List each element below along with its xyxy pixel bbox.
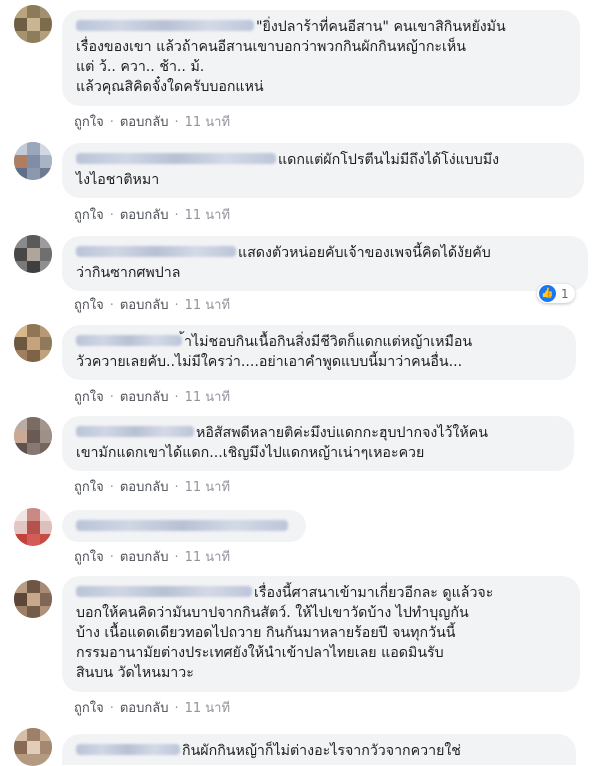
like-link[interactable]: ถูกใจ [74,390,104,405]
comment-line: บ้าง เนื้อแดดเดียวทอดไปถวาย กินกันมาหลาย… [76,625,456,641]
reply-link[interactable]: ตอบกลับ [120,390,169,405]
reply-link[interactable]: ตอบกลับ [120,701,169,716]
separator: · [109,390,114,405]
timestamp[interactable]: 11 นาที [185,550,230,565]
comment-line: ้าไม่ชอบกินเนื้อกินสิ่งมีชีวิตก็แดกแต่หญ… [76,332,564,352]
commenter-name-blurred[interactable] [76,743,180,755]
comment-line: เรื่องนี้ศาสนาเข้ามาเกี่ยวอีกละ ดูแล้วจะ [76,583,568,603]
comment-line: วัวควายเลยคับ..ไม่มีใครว่า....อย่าเอาคำพ… [76,354,463,370]
avatar[interactable] [14,728,52,766]
comment-line: หอิสัสพดีหลายติค่ะมึงบ่แดกกะฮุบปากจงไว้ใ… [76,423,562,443]
comment-actions: ถูกใจ · ตอบกลับ · 11 นาที [74,204,230,225]
avatar[interactable] [14,417,52,455]
comment-line: เขามักแดกเขาได้แดก...เชิญมึงไปแดกหญ้าเน่… [76,445,425,461]
timestamp[interactable]: 11 นาที [185,298,230,313]
like-link[interactable]: ถูกใจ [74,298,104,313]
commenter-name-blurred[interactable] [76,152,276,164]
like-link[interactable]: ถูกใจ [74,550,104,565]
reply-link[interactable]: ตอบกลับ [120,298,169,313]
commenter-name-blurred[interactable] [76,585,252,597]
comment-line [76,517,294,537]
separator: · [109,208,114,223]
avatar[interactable] [14,508,52,546]
separator: · [174,480,179,495]
comment-line: ไงไอชาติหมา [76,172,160,188]
avatar[interactable] [14,580,52,618]
avatar[interactable] [14,5,52,43]
comment-line: สินบน วัดไหนมาวะ [76,665,194,681]
reaction-count: 1 [561,286,569,301]
avatar[interactable] [14,324,52,362]
comment-bubble: "ยิ่งปลาร้าที่คนอีสาน" คนเขาสิกินหยังมัน… [62,10,580,106]
thumbs-up-icon: 👍 [539,285,556,302]
separator: · [174,115,179,130]
avatar[interactable] [14,235,52,273]
like-link[interactable]: ถูกใจ [74,208,104,223]
like-link[interactable]: ถูกใจ [74,701,104,716]
comment-line: กรรมอานามัยต่างประเทศยังให้นำเข้าปลาไทยเ… [76,645,444,661]
separator: · [109,115,114,130]
avatar[interactable] [14,142,52,180]
comment-line: แดกแต่ผักโปรตีนไม่มีถึงได้โง่แบบมึง [76,150,572,170]
separator: · [109,550,114,565]
comment-line: แสดงตัวหน่อยคับเจ้าของเพจนี้คิดได้งัยคับ [76,243,576,263]
timestamp[interactable]: 11 นาที [185,115,230,130]
comment-actions: ถูกใจ · ตอบกลับ · 11 นาที [74,294,230,315]
comment-line: บอกให้คนคิดว่ามันบาปจากกินสัตว์. ให้ไปเข… [76,605,469,621]
comment-line: เรื่องของเขา แล้วถ้าคนอีสานเขาบอกว่าพวกก… [76,39,466,55]
commenter-name-blurred[interactable] [76,19,254,31]
comment-actions: ถูกใจ · ตอบกลับ · 11 นาที [74,546,230,567]
comment-bubble: กินผักกินหญ้าก็ไม่ต่างอะไรจากวัวจากควายใ… [62,734,576,765]
comment-actions: ถูกใจ · ตอบกลับ · 11 นาที [74,697,230,718]
commenter-name-blurred[interactable] [76,334,182,346]
comment-line: แล้วคุณสิคิดจั๋งใดครับบอกแหน่ [76,79,264,95]
reply-link[interactable]: ตอบกลับ [120,480,169,495]
reply-link[interactable]: ตอบกลับ [120,208,169,223]
comment-bubble: แสดงตัวหน่อยคับเจ้าของเพจนี้คิดได้งัยคับ… [62,236,588,291]
like-link[interactable]: ถูกใจ [74,480,104,495]
separator: · [109,701,114,716]
reply-link[interactable]: ตอบกลับ [120,115,169,130]
comment-line: กินผักกินหญ้าก็ไม่ต่างอะไรจากวัวจากควายใ… [76,741,564,761]
separator: · [174,208,179,223]
separator: · [109,298,114,313]
separator: · [109,480,114,495]
comment-bubble: แดกแต่ผักโปรตีนไม่มีถึงได้โง่แบบมึง ไงไอ… [62,143,584,198]
commenter-name-blurred[interactable] [76,425,194,437]
comment-line: ว่ากินซากศพปาล [76,265,181,281]
comment-line: แต่ ว้.. ควา.. ช้า.. ม้. [76,59,205,75]
comment-bubble [62,510,306,542]
comment-bubble: เรื่องนี้ศาสนาเข้ามาเกี่ยวอีกละ ดูแล้วจะ… [62,576,580,692]
separator: · [174,550,179,565]
timestamp[interactable]: 11 นาที [185,701,230,716]
comment-bubble: ้าไม่ชอบกินเนื้อกินสิ่งมีชีวิตก็แดกแต่หญ… [62,325,576,380]
comment-bubble: หอิสัสพดีหลายติค่ะมึงบ่แดกกะฮุบปากจงไว้ใ… [62,416,574,471]
reaction-badge[interactable]: 👍 1 [537,284,575,303]
separator: · [174,298,179,313]
reply-link[interactable]: ตอบกลับ [120,550,169,565]
timestamp[interactable]: 11 นาที [185,208,230,223]
timestamp[interactable]: 11 นาที [185,480,230,495]
comment-line: "ยิ่งปลาร้าที่คนอีสาน" คนเขาสิกินหยังมัน [76,17,568,37]
timestamp[interactable]: 11 นาที [185,390,230,405]
comment-actions: ถูกใจ · ตอบกลับ · 11 นาที [74,111,230,132]
comment-actions: ถูกใจ · ตอบกลับ · 11 นาที [74,386,230,407]
comment-actions: ถูกใจ · ตอบกลับ · 11 นาที [74,476,230,497]
commenter-name-blurred[interactable] [76,245,236,257]
commenter-name-blurred[interactable] [76,519,288,531]
separator: · [174,390,179,405]
separator: · [174,701,179,716]
like-link[interactable]: ถูกใจ [74,115,104,130]
